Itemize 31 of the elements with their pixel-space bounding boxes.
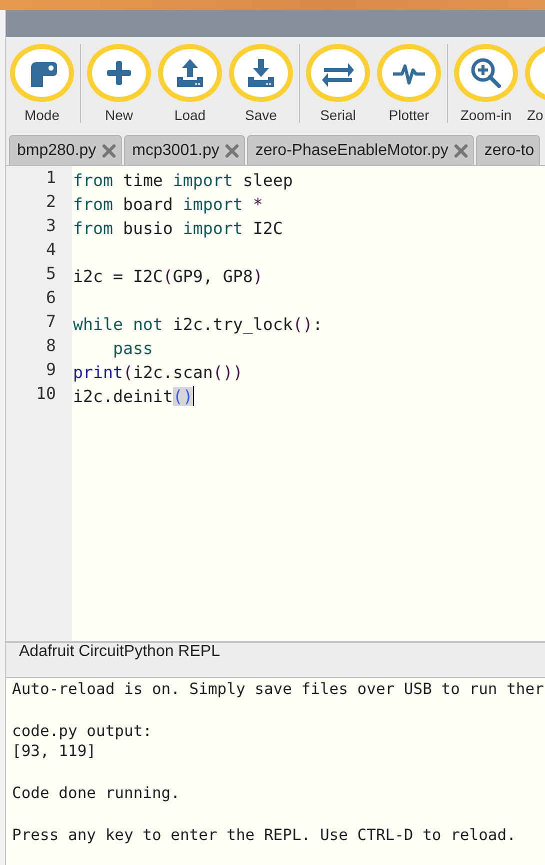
line-number: 1 (45, 168, 57, 189)
line-number: 5 (45, 264, 57, 285)
console-line: Press any key to enter the REPL. Use CTRL-D to reload. (12, 826, 516, 844)
code-line: print(i2c.scan()) (73, 362, 243, 382)
line-number: 10 (35, 384, 57, 405)
console-line: Code done running. (12, 784, 180, 802)
close-icon[interactable] (225, 144, 240, 158)
code-line: pass (112, 338, 153, 358)
console-line: [93, 119] (12, 742, 96, 760)
code-line: from board import * (73, 194, 263, 214)
code-line: from time import sleep (73, 170, 293, 190)
file-tab[interactable]: mcp3001.py (124, 135, 246, 165)
line-number: 6 (45, 288, 57, 309)
console-line: Auto-reload is on. Simply save files over USB to run ther (12, 680, 544, 698)
line-number: 4 (45, 240, 57, 261)
line-number: 3 (45, 216, 57, 237)
console-line: code.py output: (12, 722, 152, 740)
code-line: i2c.deinit() (73, 386, 193, 406)
file-tab[interactable]: zero-to (476, 135, 540, 165)
line-number: 8 (45, 336, 57, 357)
line-number: 2 (45, 192, 57, 213)
file-tab[interactable]: bmp280.py (9, 135, 122, 165)
code-line: from busio import I2C (73, 218, 283, 238)
code-line: while not i2c.try_lock(): (73, 314, 323, 334)
line-number: 9 (45, 360, 57, 381)
file-tab[interactable]: zero-PhaseEnableMotor.py (247, 135, 474, 165)
line-number: 7 (45, 312, 57, 333)
code-line: i2c = I2C(GP9, GP8) (73, 266, 263, 286)
close-icon[interactable] (102, 144, 116, 158)
close-icon[interactable] (454, 144, 468, 158)
panel-title: Adafruit CircuitPython REPL (6, 643, 545, 678)
